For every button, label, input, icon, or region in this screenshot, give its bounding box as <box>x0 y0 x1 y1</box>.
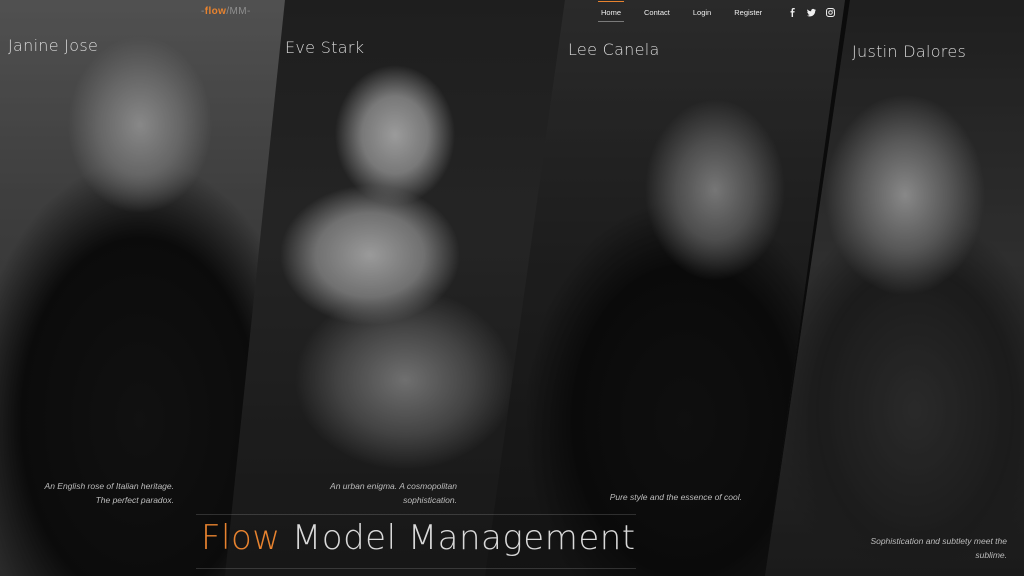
model-name: Lee Canela <box>568 40 660 59</box>
tagline-line: An English rose of Italian heritage. <box>44 481 174 491</box>
model-tagline: An English rose of Italian heritage. The… <box>24 479 174 507</box>
tagline-line: An urban enigma. A cosmopolitan <box>330 481 457 491</box>
hero-rule-bottom <box>196 568 636 569</box>
model-tagline: An urban enigma. A cosmopolitan sophisti… <box>300 479 457 507</box>
twitter-icon[interactable] <box>807 8 816 17</box>
tagline-line: sublime. <box>975 550 1007 560</box>
nav-login[interactable]: Login <box>690 2 714 23</box>
logo-brand: flow <box>204 6 227 17</box>
facebook-icon[interactable] <box>788 7 797 17</box>
model-name: Eve Stark <box>285 38 365 57</box>
main-nav: Home Contact Login Register <box>598 0 836 24</box>
social-links <box>788 7 836 17</box>
nav-register[interactable]: Register <box>731 2 765 23</box>
hero-title: Flow Model Management <box>201 518 636 558</box>
model-tagline: Pure style and the essence of cool. <box>582 490 742 504</box>
model-tagline: Sophistication and subtlety meet the sub… <box>845 534 1007 562</box>
model-name: Justin Dalores <box>852 42 967 61</box>
instagram-icon[interactable] <box>826 7 836 17</box>
tagline-line: Sophistication and subtlety meet the <box>870 536 1007 546</box>
tagline-line: The perfect paradox. <box>95 495 174 505</box>
model-name: Janine Jose <box>8 36 99 55</box>
hero-rule-top <box>196 514 636 515</box>
nav-home[interactable]: Home <box>598 0 625 23</box>
nav-contact[interactable]: Contact <box>641 2 673 23</box>
tagline-line: sophistication. <box>403 495 457 505</box>
tagline-line: Pure style and the essence of cool. <box>609 492 742 502</box>
hero-brand: Flow <box>201 518 281 558</box>
site-logo[interactable]: -flow/MM- <box>201 6 251 17</box>
logo-suffix: MM- <box>229 6 251 17</box>
hero-rest: Model Management <box>280 518 636 558</box>
